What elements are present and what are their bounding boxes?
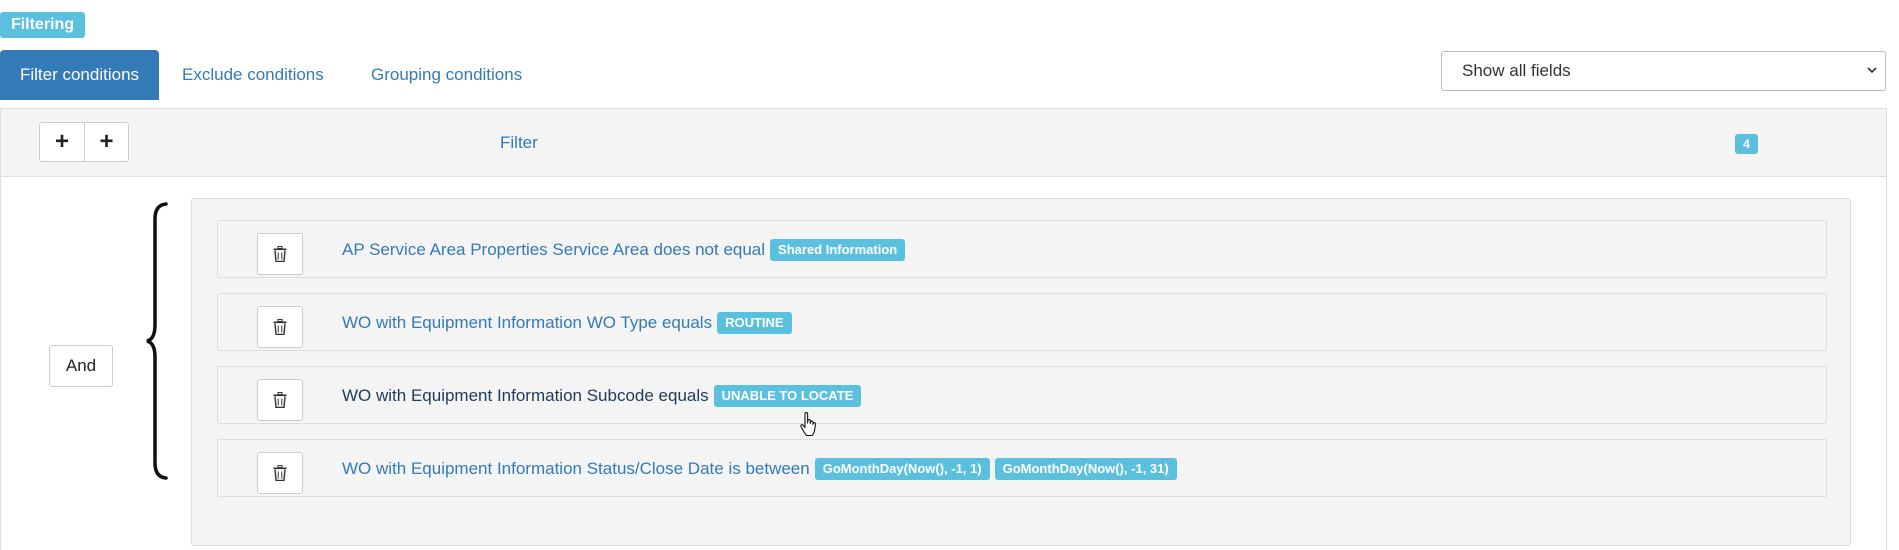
filter-title: Filter [500,133,538,152]
condition-row: AP Service Area Properties Service Area … [217,220,1827,278]
trash-icon [273,246,287,262]
condition-text[interactable]: WO with Equipment Information Subcode eq… [342,367,862,425]
condition-text[interactable]: WO with Equipment Information WO Type eq… [342,294,792,352]
delete-condition-button[interactable] [257,452,303,494]
tab-filter-conditions[interactable]: Filter conditions [0,50,159,100]
condition-value-badge: UNABLE TO LOCATE [713,385,862,407]
add-button-group: + + [39,122,129,162]
condition-description: AP Service Area Properties Service Area … [342,240,766,259]
condition-description: WO with Equipment Information WO Type eq… [342,313,713,332]
condition-description: WO with Equipment Information Subcode eq… [342,386,709,405]
tab-exclude-conditions[interactable]: Exclude conditions [182,50,324,100]
condition-text[interactable]: AP Service Area Properties Service Area … [342,221,906,279]
curly-brace-icon [146,202,168,480]
filter-panel-header: + + Filter 4 [1,108,1886,177]
delete-condition-button[interactable] [257,379,303,421]
condition-text[interactable]: WO with Equipment Information Status/Clo… [342,440,1177,498]
filtering-page: Filtering Filter conditions Exclude cond… [0,0,1899,550]
logic-operator-button[interactable]: And [49,345,113,387]
tab-grouping-conditions[interactable]: Grouping conditions [371,50,522,100]
show-fields-select-value: Show all fields [1462,61,1571,80]
filtering-label: Filtering [0,12,85,38]
condition-row: WO with Equipment Information Status/Clo… [217,439,1827,497]
filter-panel: + + Filter 4 And AP Service Area Propert… [0,108,1887,550]
hand-pointer-icon [800,412,816,437]
delete-condition-button[interactable] [257,233,303,275]
conditions-group: AP Service Area Properties Service Area … [191,198,1851,546]
delete-condition-button[interactable] [257,306,303,348]
add-condition-button[interactable]: + [40,123,84,161]
condition-value-badge: Shared Information [770,239,906,261]
add-group-button[interactable]: + [83,123,128,161]
condition-value-badge: ROUTINE [717,312,792,334]
condition-count-badge: 4 [1735,134,1758,154]
trash-icon [273,392,287,408]
trash-icon [273,319,287,335]
show-fields-select[interactable]: Show all fields [1441,51,1886,91]
condition-value-badge: GoMonthDay(Now(), -1, 31) [994,458,1177,480]
condition-value-badge: GoMonthDay(Now(), -1, 1) [814,458,990,480]
trash-icon [273,465,287,481]
condition-row: WO with Equipment Information Subcode eq… [217,366,1827,424]
condition-row: WO with Equipment Information WO Type eq… [217,293,1827,351]
chevron-down-icon [1867,67,1877,74]
condition-description: WO with Equipment Information Status/Clo… [342,459,810,478]
